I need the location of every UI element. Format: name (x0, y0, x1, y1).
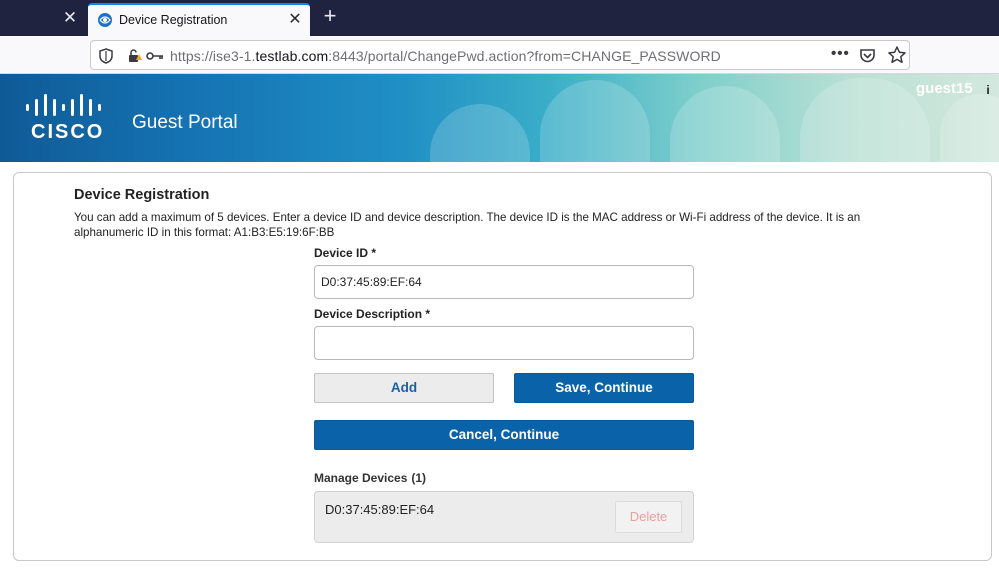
registration-instructions: You can add a maximum of 5 devices. Ente… (74, 211, 861, 239)
portal-title: Guest Portal (132, 112, 238, 133)
globe-favicon-icon (98, 13, 112, 27)
device-description-label: Device Description * (314, 307, 431, 321)
browser-navigation-bar: https://ise3-1.testlab.com:8443/portal/C… (0, 36, 999, 74)
banner-decoration (800, 78, 930, 162)
manage-devices-label: Manage Devices (1) (314, 471, 426, 485)
list-item: D0:37:45:89:EF:64 Delete (314, 491, 694, 543)
insecure-lock-icon[interactable] (127, 48, 143, 64)
pocket-icon[interactable] (859, 47, 876, 64)
page-actions-more-icon[interactable]: ••• (831, 46, 851, 64)
username[interactable]: guest15 (916, 80, 973, 97)
manage-devices-count: (1) (411, 471, 427, 485)
device-id-input[interactable] (314, 265, 694, 299)
new-tab-plus-icon[interactable]: + (318, 5, 342, 29)
add-button[interactable]: Add (314, 373, 494, 403)
browser-tab-bar: ✕ Device Registration ✕ + (0, 0, 999, 36)
device-description-input[interactable] (314, 326, 694, 360)
url-prefix: https://ise3-1. (170, 48, 256, 64)
key-icon[interactable] (146, 50, 164, 62)
url-host: testlab.com (255, 48, 329, 64)
manage-devices-title: Manage Devices (314, 471, 408, 485)
tab-device-registration[interactable]: Device Registration ✕ (88, 3, 310, 36)
tab-title: Device Registration (119, 13, 228, 27)
page-title: Device Registration (74, 187, 210, 203)
save-continue-button[interactable]: Save, Continue (514, 373, 694, 403)
user-menu-info-icon[interactable]: i (983, 83, 993, 97)
banner-decoration (670, 86, 780, 162)
address-bar[interactable]: https://ise3-1.testlab.com:8443/portal/C… (90, 40, 910, 70)
banner-decoration (540, 80, 650, 162)
registered-device-id: D0:37:45:89:EF:64 (325, 502, 435, 517)
close-tab-icon[interactable]: ✕ (286, 10, 304, 30)
cisco-logo-text: CISCO (31, 121, 105, 143)
url-suffix: :8443/portal/ChangePwd.action?from=CHANG… (328, 48, 721, 64)
cancel-continue-button[interactable]: Cancel, Continue (314, 420, 694, 450)
banner-decoration (430, 104, 530, 162)
close-previous-tab-icon[interactable]: ✕ (60, 7, 80, 29)
url-text[interactable]: https://ise3-1.testlab.com:8443/portal/C… (170, 48, 721, 64)
device-registration-card: Device Registration You can add a maximu… (13, 172, 992, 561)
delete-device-button[interactable]: Delete (615, 501, 682, 533)
device-id-label: Device ID * (314, 246, 377, 260)
bookmark-star-icon[interactable] (887, 45, 907, 65)
shield-icon[interactable] (99, 48, 113, 64)
banner-decoration (940, 94, 999, 162)
portal-header-banner: CISCO Guest Portal guest15 i (0, 74, 999, 162)
